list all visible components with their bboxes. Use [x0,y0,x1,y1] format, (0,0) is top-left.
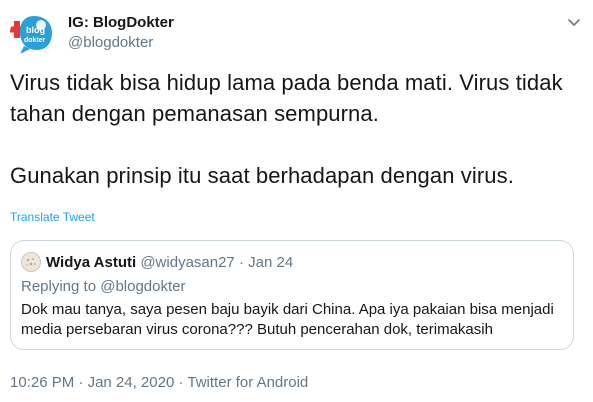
blogdokter-logo-icon[interactable]: blog dokter [10,10,57,57]
tweet-text: Virus tidak bisa hidup lama pada benda m… [10,67,580,191]
quote-replying-to: Replying to @blogdokter [21,278,186,295]
author-names: IG: BlogDokter @blogdokter [68,13,174,53]
chevron-down-icon[interactable] [563,11,585,33]
tweet-source[interactable]: Twitter for Android [187,374,308,391]
quote-author-name: Widya Astuti [46,254,137,271]
tweet-header: blog dokter IG: BlogDokter @blogdokter [10,9,585,57]
tweet-paragraph: Gunakan prinsip itu saat berhadapan deng… [10,163,514,188]
quote-author-handle: @widyasan27 [140,254,235,271]
author-display-name[interactable]: IG: BlogDokter [68,13,174,33]
svg-text:dokter: dokter [24,37,46,44]
tweet-paragraph: Virus tidak bisa hidup lama pada benda m… [10,70,563,126]
quote-header: Widya Astuti @widyasan27 · Jan 24 [46,253,293,273]
tweet-time[interactable]: 10:26 PM [10,374,74,391]
quote-date: Jan 24 [248,254,294,271]
author-handle[interactable]: @blogdokter [68,33,174,53]
quote-separator: · [238,254,244,271]
svg-text:blog: blog [26,25,45,35]
translate-tweet-link[interactable]: Translate Tweet [10,209,95,225]
quoted-tweet[interactable]: Widya Astuti @widyasan27 · Jan 24 Replyi… [10,240,574,350]
footer-separator: · [178,374,184,391]
quote-text: Dok mau tanya, saya pesen baju bayik dar… [21,301,554,338]
tweet-date[interactable]: Jan 24, 2020 [88,374,175,391]
avatar [21,252,41,272]
tweet-footer: 10:26 PM · Jan 24, 2020 · Twitter for An… [10,373,308,393]
footer-separator: · [78,374,84,391]
